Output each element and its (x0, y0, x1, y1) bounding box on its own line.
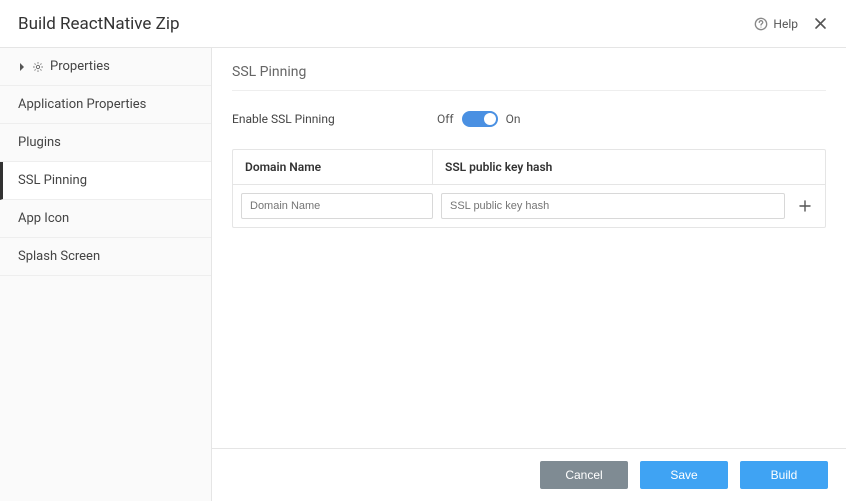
close-button[interactable] (812, 16, 828, 32)
dialog-title: Build ReactNative Zip (18, 14, 180, 34)
enable-ssl-pinning-toggle[interactable] (462, 111, 498, 127)
toggle-on-label: On (506, 112, 521, 126)
sidebar-item-properties[interactable]: Properties (0, 48, 211, 86)
table-row (233, 185, 825, 227)
sidebar: Properties Application Properties Plugin… (0, 48, 212, 501)
build-button[interactable]: Build (740, 461, 828, 489)
domain-name-input[interactable] (241, 193, 433, 219)
sidebar-item-label: Plugins (18, 135, 61, 150)
help-link[interactable]: Help (754, 17, 798, 31)
sidebar-item-app-icon[interactable]: App Icon (0, 200, 211, 238)
toggle-knob (484, 113, 496, 125)
help-label: Help (773, 17, 798, 31)
sidebar-item-label: Splash Screen (18, 249, 100, 264)
section-title: SSL Pinning (232, 64, 826, 91)
dialog-header: Build ReactNative Zip Help (0, 0, 846, 48)
cancel-button[interactable]: Cancel (540, 461, 628, 489)
ssl-pinning-table: Domain Name SSL public key hash (232, 149, 826, 228)
enable-ssl-pinning-row: Enable SSL Pinning Off On (232, 111, 826, 127)
sidebar-item-plugins[interactable]: Plugins (0, 124, 211, 162)
header-actions: Help (754, 16, 828, 32)
sidebar-item-application-properties[interactable]: Application Properties (0, 86, 211, 124)
content: SSL Pinning Enable SSL Pinning Off On Do… (212, 48, 846, 501)
sidebar-item-label: App Icon (18, 211, 69, 226)
gear-icon (32, 61, 44, 73)
main: Properties Application Properties Plugin… (0, 48, 846, 501)
close-icon (814, 17, 827, 30)
enable-ssl-pinning-label: Enable SSL Pinning (232, 112, 437, 126)
col-header-hash: SSL public key hash (433, 150, 825, 184)
sidebar-item-ssl-pinning[interactable]: SSL Pinning (0, 162, 211, 200)
content-body: SSL Pinning Enable SSL Pinning Off On Do… (212, 48, 846, 448)
plus-icon (799, 200, 811, 212)
sidebar-item-label: Properties (50, 59, 110, 74)
save-button[interactable]: Save (640, 461, 728, 489)
add-row-button[interactable] (793, 194, 817, 218)
dialog-footer: Cancel Save Build (212, 448, 846, 501)
table-header-row: Domain Name SSL public key hash (233, 150, 825, 185)
help-icon (754, 17, 768, 31)
sidebar-item-label: Application Properties (18, 97, 146, 112)
toggle-off-label: Off (437, 112, 454, 126)
public-key-hash-input[interactable] (441, 193, 785, 219)
chevron-right-icon (18, 63, 26, 71)
sidebar-item-label: SSL Pinning (18, 173, 87, 188)
col-header-domain: Domain Name (233, 150, 433, 184)
sidebar-item-splash-screen[interactable]: Splash Screen (0, 238, 211, 276)
